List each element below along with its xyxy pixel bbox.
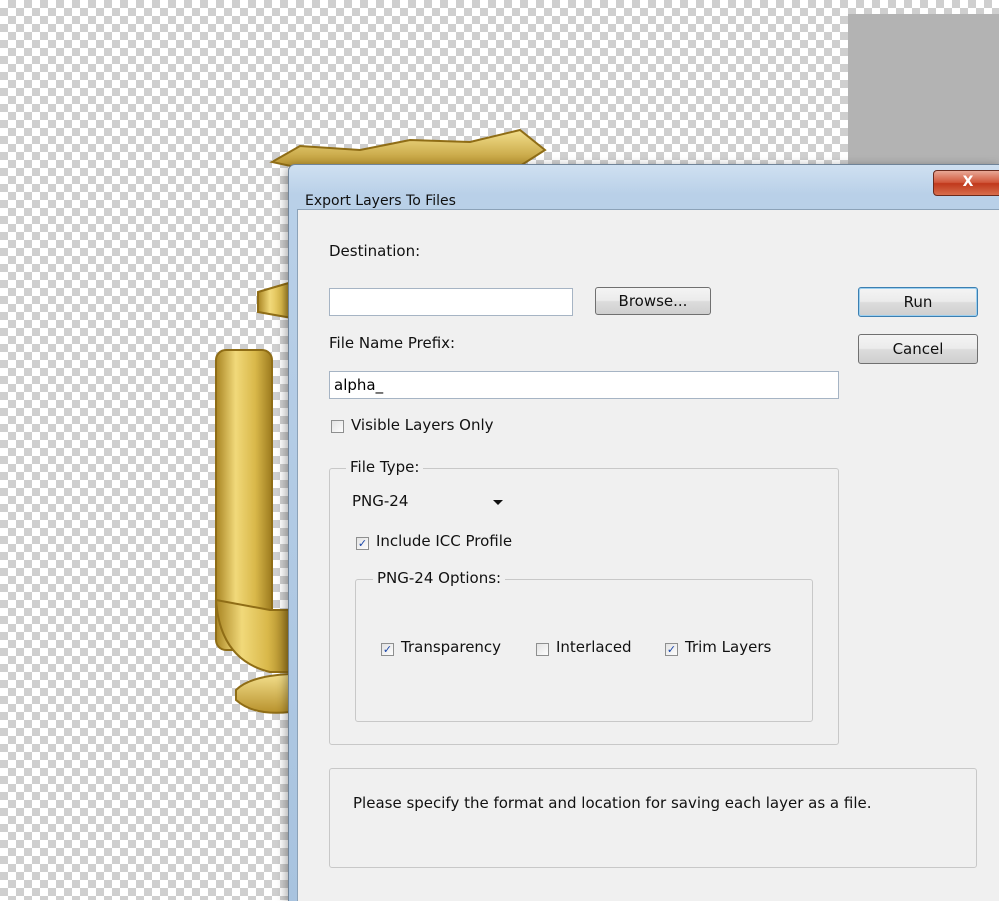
file-name-prefix-input[interactable]: alpha_ bbox=[329, 371, 839, 399]
visible-layers-only-label: Visible Layers Only bbox=[351, 416, 494, 434]
destination-input[interactable] bbox=[329, 288, 573, 316]
trim-layers-checkbox[interactable]: ✓ bbox=[665, 643, 678, 656]
dialog-title-bar[interactable]: Export Layers To Files X bbox=[289, 165, 999, 209]
png-options-group-label: PNG-24 Options: bbox=[373, 569, 506, 587]
export-layers-dialog: Export Layers To Files X Destination: Br… bbox=[288, 164, 999, 901]
dialog-title: Export Layers To Files bbox=[305, 193, 456, 209]
transparency-label: Transparency bbox=[401, 638, 502, 656]
close-button[interactable]: X bbox=[933, 170, 999, 196]
message-box bbox=[329, 768, 977, 868]
browse-button[interactable]: Browse... bbox=[595, 287, 711, 315]
include-icc-profile-checkbox[interactable]: ✓ bbox=[356, 537, 369, 550]
checkmark-icon: ✓ bbox=[357, 537, 368, 550]
help-message: Please specify the format and location f… bbox=[353, 794, 872, 812]
file-type-group-label: File Type: bbox=[346, 458, 424, 476]
interlaced-checkbox[interactable] bbox=[536, 643, 549, 656]
close-icon: X bbox=[962, 174, 974, 190]
interlaced-label: Interlaced bbox=[556, 638, 632, 656]
file-name-prefix-label: File Name Prefix: bbox=[329, 334, 456, 352]
checkmark-icon: ✓ bbox=[666, 643, 677, 656]
checkmark-icon: ✓ bbox=[382, 643, 393, 656]
file-type-select[interactable]: PNG-24 bbox=[352, 492, 503, 514]
trim-layers-label: Trim Layers bbox=[685, 638, 772, 656]
destination-label: Destination: bbox=[329, 242, 421, 260]
visible-layers-only-checkbox[interactable] bbox=[331, 420, 344, 433]
transparency-checkbox[interactable]: ✓ bbox=[381, 643, 394, 656]
run-button[interactable]: Run bbox=[858, 287, 978, 317]
dialog-body: Destination: Browse... Run Cancel File N… bbox=[297, 209, 999, 901]
file-type-selected-value: PNG-24 bbox=[352, 492, 409, 510]
cancel-button[interactable]: Cancel bbox=[858, 334, 978, 364]
chevron-down-icon bbox=[493, 500, 503, 505]
include-icc-profile-label: Include ICC Profile bbox=[376, 532, 513, 550]
